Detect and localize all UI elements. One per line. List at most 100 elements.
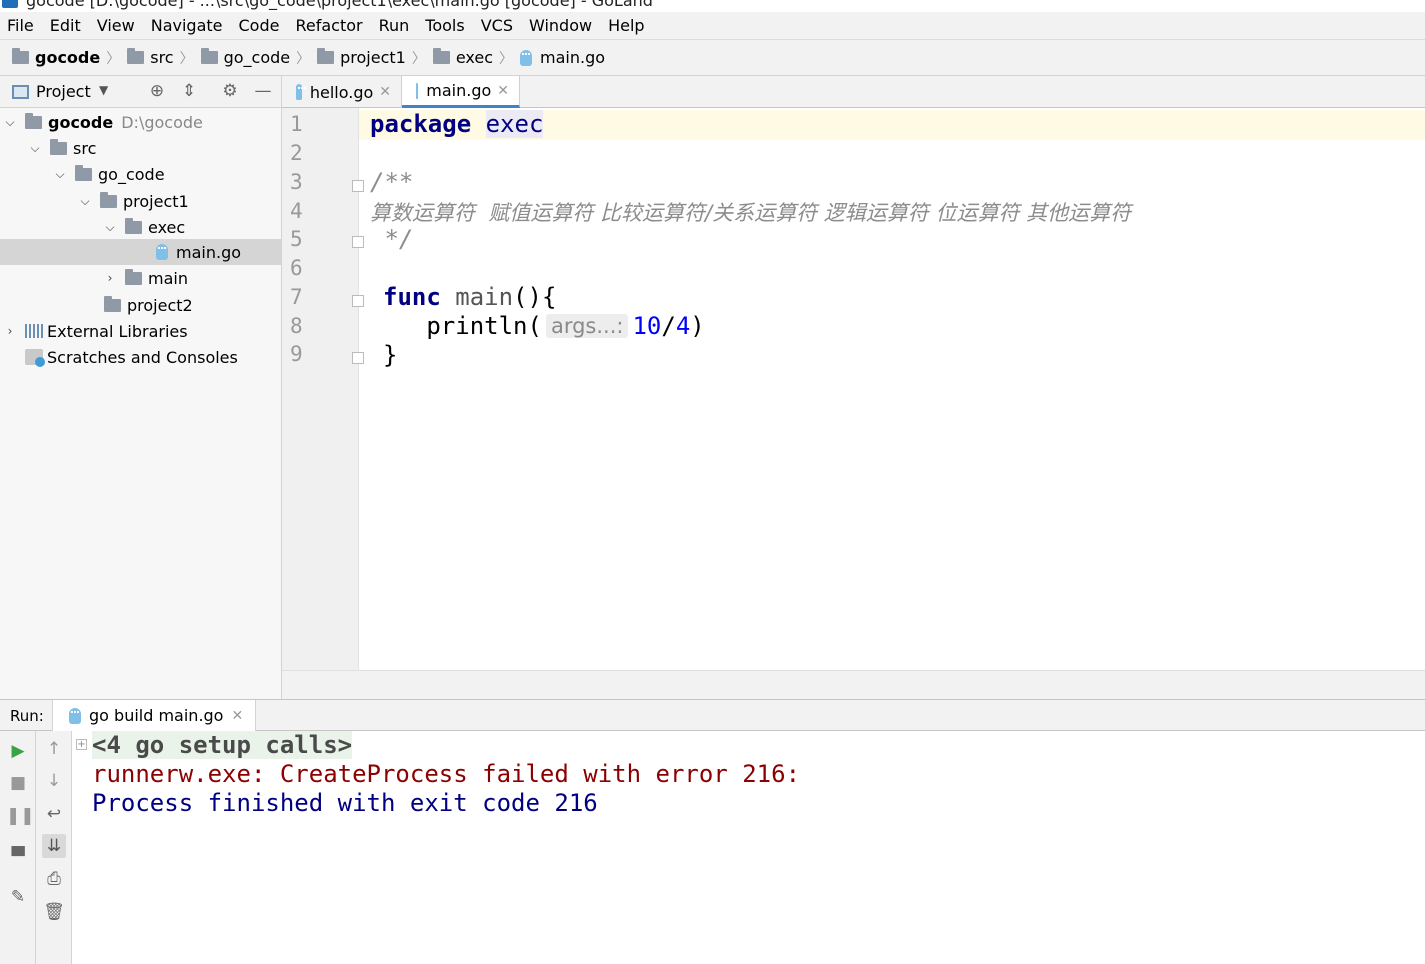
- tree-item-project1[interactable]: ⌵ project1: [0, 188, 281, 214]
- tree-item-scratches[interactable]: Scratches and Consoles: [0, 344, 281, 370]
- breadcrumb: gocode 〉 src 〉 go_code 〉 project1 〉 exec…: [0, 40, 1425, 76]
- trash-icon[interactable]: 🗑: [42, 900, 66, 924]
- menu-bar: File Edit View Navigate Code Refactor Ru…: [0, 12, 1425, 40]
- expand-icon[interactable]: +: [76, 739, 87, 750]
- tab-main-go[interactable]: main.go ✕: [402, 76, 520, 108]
- chevron-right-icon: 〉: [499, 50, 514, 67]
- run-tab[interactable]: go build main.go ✕: [52, 700, 257, 731]
- project-view-selector[interactable]: Project: [36, 82, 91, 101]
- breadcrumb-label: go_code: [223, 48, 291, 67]
- chevron-down-icon[interactable]: ⌵: [28, 141, 42, 156]
- folder-icon: [127, 48, 145, 64]
- line-number: 7: [290, 285, 303, 309]
- console-setup-line[interactable]: <4 go setup calls>: [92, 731, 353, 759]
- close-icon[interactable]: ✕: [497, 83, 509, 99]
- menu-navigate[interactable]: Navigate: [151, 16, 223, 35]
- tree-item-src[interactable]: ⌵ src: [0, 135, 281, 161]
- menu-edit[interactable]: Edit: [50, 16, 81, 35]
- breadcrumb-item-src[interactable]: src 〉: [127, 48, 200, 68]
- scroll-to-end-icon[interactable]: ⇊: [42, 834, 66, 858]
- menu-help[interactable]: Help: [608, 16, 644, 35]
- run-console[interactable]: + <4 go setup calls> runnerw.exe: Create…: [72, 731, 1425, 964]
- project-panel-footer: [0, 670, 282, 699]
- console-error-line: runnerw.exe: CreateProcess failed with e…: [92, 760, 801, 788]
- close-icon[interactable]: ✕: [231, 708, 243, 724]
- menu-vcs[interactable]: VCS: [481, 16, 513, 35]
- fold-marker-icon[interactable]: [352, 180, 364, 192]
- menu-view[interactable]: View: [97, 16, 135, 35]
- console-exit-line: Process finished with exit code 216: [92, 789, 598, 817]
- run-label: Run:: [10, 707, 44, 725]
- minimize-icon[interactable]: —: [252, 80, 274, 102]
- tree-item-main-go[interactable]: main.go: [0, 239, 281, 265]
- code-line-5: */: [370, 225, 414, 253]
- chevron-down-icon[interactable]: ▼: [99, 83, 108, 97]
- line-number: 9: [290, 342, 303, 366]
- fold-marker-icon[interactable]: [352, 352, 364, 364]
- line-number: 1: [290, 112, 303, 136]
- folder-icon: [50, 138, 67, 155]
- editor-tabs: hello.go ✕ main.go ✕: [282, 76, 1425, 108]
- function-name: main: [455, 283, 514, 311]
- breadcrumb-label: src: [150, 48, 174, 67]
- gear-icon[interactable]: ⚙: [219, 80, 241, 102]
- line-number: 3: [290, 170, 303, 194]
- number-literal: 10: [632, 312, 662, 340]
- fold-marker-icon[interactable]: [352, 236, 364, 248]
- tree-item-external-libraries[interactable]: › External Libraries: [0, 318, 281, 344]
- line-number: 8: [290, 314, 303, 338]
- close-icon[interactable]: ✕: [379, 84, 391, 100]
- tree-item-main[interactable]: › main: [0, 265, 281, 291]
- tree-item-exec[interactable]: ⌵ exec: [0, 214, 281, 240]
- stop-icon[interactable]: ■: [6, 771, 30, 795]
- breadcrumb-item-gocode[interactable]: gocode 〉: [12, 48, 127, 68]
- go-file-icon: [520, 49, 533, 66]
- folder-icon: [125, 217, 142, 234]
- chevron-down-icon[interactable]: ⌵: [3, 115, 17, 130]
- menu-code[interactable]: Code: [239, 16, 280, 35]
- arrow-down-icon[interactable]: ↓: [42, 769, 66, 793]
- chevron-right-icon: 〉: [411, 50, 426, 67]
- chevron-right-icon[interactable]: ›: [103, 271, 117, 285]
- pause-icon[interactable]: ❚❚: [6, 804, 35, 828]
- chevron-right-icon[interactable]: ›: [3, 324, 17, 338]
- soft-wrap-icon[interactable]: ↩: [42, 802, 66, 826]
- chevron-down-icon[interactable]: ⌵: [78, 194, 92, 209]
- operator: /: [661, 312, 676, 340]
- chevron-right-icon: 〉: [179, 50, 194, 67]
- menu-run[interactable]: Run: [379, 16, 410, 35]
- code-punctuation: (){: [513, 283, 557, 311]
- breadcrumb-item-exec[interactable]: exec 〉: [432, 48, 520, 68]
- tree-item-label: gocode: [48, 112, 114, 132]
- tab-hello-go[interactable]: hello.go ✕: [282, 76, 402, 108]
- chevron-right-icon: 〉: [296, 50, 311, 67]
- code-editor[interactable]: 1 2 3 4 5 6 7 8 9 package exec /** 算数运算符…: [282, 108, 1425, 670]
- line-number: 6: [290, 256, 303, 280]
- arrow-up-icon[interactable]: ↑: [42, 737, 66, 761]
- pin-icon[interactable]: ✎: [6, 885, 30, 909]
- breadcrumb-item-main-go[interactable]: main.go: [520, 48, 605, 67]
- breadcrumb-label: project1: [340, 48, 406, 67]
- rerun-icon[interactable]: ▶: [6, 739, 30, 763]
- locate-target-icon[interactable]: ⊕: [146, 80, 168, 102]
- chevron-down-icon[interactable]: ⌵: [53, 167, 67, 182]
- tree-item-project2[interactable]: project2: [0, 292, 281, 318]
- breadcrumb-item-project1[interactable]: project1 〉: [317, 48, 433, 68]
- breadcrumb-item-go-code[interactable]: go_code 〉: [200, 48, 318, 68]
- tree-item-gocode[interactable]: ⌵ gocode D:\gocode: [0, 109, 281, 135]
- print-icon[interactable]: ⎙: [42, 867, 66, 891]
- menu-tools[interactable]: Tools: [425, 16, 464, 35]
- menu-file[interactable]: File: [7, 16, 34, 35]
- fold-marker-icon[interactable]: [352, 295, 364, 307]
- project-tree: ⌵ gocode D:\gocode ⌵ src ⌵ go_code ⌵ pro…: [0, 108, 282, 698]
- menu-window[interactable]: Window: [529, 16, 592, 35]
- chevron-down-icon[interactable]: ⌵: [103, 220, 117, 235]
- breadcrumb-label: main.go: [540, 48, 606, 67]
- collapse-all-icon[interactable]: ⇕: [178, 80, 200, 102]
- run-toolbar-secondary: ↑ ↓ ↩ ⇊ ⎙ 🗑: [36, 731, 72, 964]
- tree-item-go-code[interactable]: ⌵ go_code: [0, 161, 281, 187]
- layout-icon[interactable]: ▀: [6, 845, 30, 869]
- code-line-1: package exec: [370, 110, 544, 138]
- menu-refactor[interactable]: Refactor: [295, 16, 362, 35]
- code-line-8: println(args...: 10/4): [383, 312, 704, 340]
